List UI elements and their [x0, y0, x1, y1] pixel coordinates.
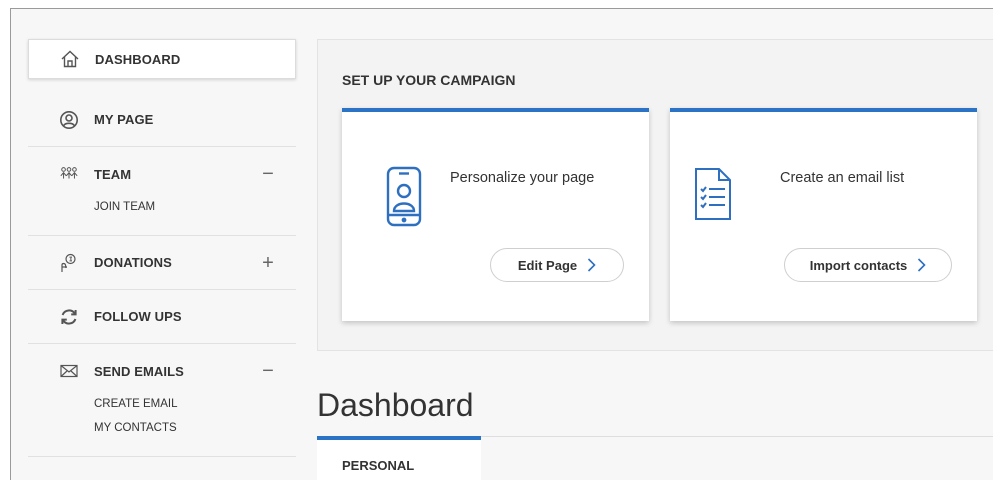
sidebar-item-follow-ups[interactable]: FOLLOW UPS	[28, 290, 296, 344]
sidebar-subitem-my-contacts[interactable]: MY CONTACTS	[28, 418, 296, 438]
collapse-toggle[interactable]: −	[260, 361, 276, 381]
sidebar-item-label: DASHBOARD	[95, 51, 181, 67]
phone-profile-icon	[382, 166, 426, 228]
sidebar-item-donations[interactable]: DONATIONS +	[28, 236, 296, 290]
refresh-icon	[58, 306, 80, 328]
personalize-page-card: Personalize your page Edit Page	[342, 108, 649, 321]
sidebar-item-team[interactable]: TEAM −	[28, 147, 296, 201]
expand-toggle[interactable]: +	[260, 253, 276, 273]
chevron-right-icon	[587, 258, 596, 272]
edit-page-button[interactable]: Edit Page	[490, 248, 624, 282]
button-label: Import contacts	[809, 257, 908, 273]
sidebar-item-label: TEAM	[94, 166, 132, 182]
sidebar-item-label: DONATIONS	[94, 255, 172, 270]
collapse-toggle[interactable]: −	[260, 164, 276, 184]
sidebar-item-dashboard[interactable]: DASHBOARD	[28, 39, 296, 79]
user-circle-icon	[58, 109, 80, 131]
envelope-icon	[58, 360, 80, 382]
chevron-right-icon	[917, 258, 926, 272]
tab-personal[interactable]: PERSONAL	[317, 436, 481, 480]
sidebar: DASHBOARD MY PAGE TEAM − JOIN TEAM DONAT…	[28, 39, 296, 457]
sidebar-item-label: MY PAGE	[94, 112, 154, 127]
checklist-document-icon	[694, 167, 732, 221]
sidebar-group-team: TEAM − JOIN TEAM	[28, 147, 296, 236]
card-text: Personalize your page	[450, 170, 595, 186]
home-icon	[59, 48, 81, 70]
import-contacts-button[interactable]: Import contacts	[784, 248, 952, 282]
team-icon	[58, 163, 80, 185]
sidebar-item-label: FOLLOW UPS	[94, 309, 182, 324]
sidebar-item-my-page[interactable]: MY PAGE	[28, 93, 296, 147]
card-text: Create an email list	[780, 170, 905, 186]
campaign-setup-panel: SET UP YOUR CAMPAIGN Personalize your pa…	[317, 39, 993, 351]
page-title: Dashboard	[317, 387, 474, 423]
campaign-title: SET UP YOUR CAMPAIGN	[342, 72, 516, 88]
button-label: Edit Page	[517, 257, 578, 273]
sidebar-item-send-emails[interactable]: SEND EMAILS −	[28, 344, 296, 398]
donation-hand-icon	[58, 252, 80, 274]
sidebar-item-label: SEND EMAILS	[94, 363, 184, 379]
email-list-card: Create an email list Import contacts	[670, 108, 977, 321]
app-frame: DASHBOARD MY PAGE TEAM − JOIN TEAM DONAT…	[10, 8, 993, 480]
sidebar-group-send-emails: SEND EMAILS − CREATE EMAIL MY CONTACTS	[28, 344, 296, 457]
